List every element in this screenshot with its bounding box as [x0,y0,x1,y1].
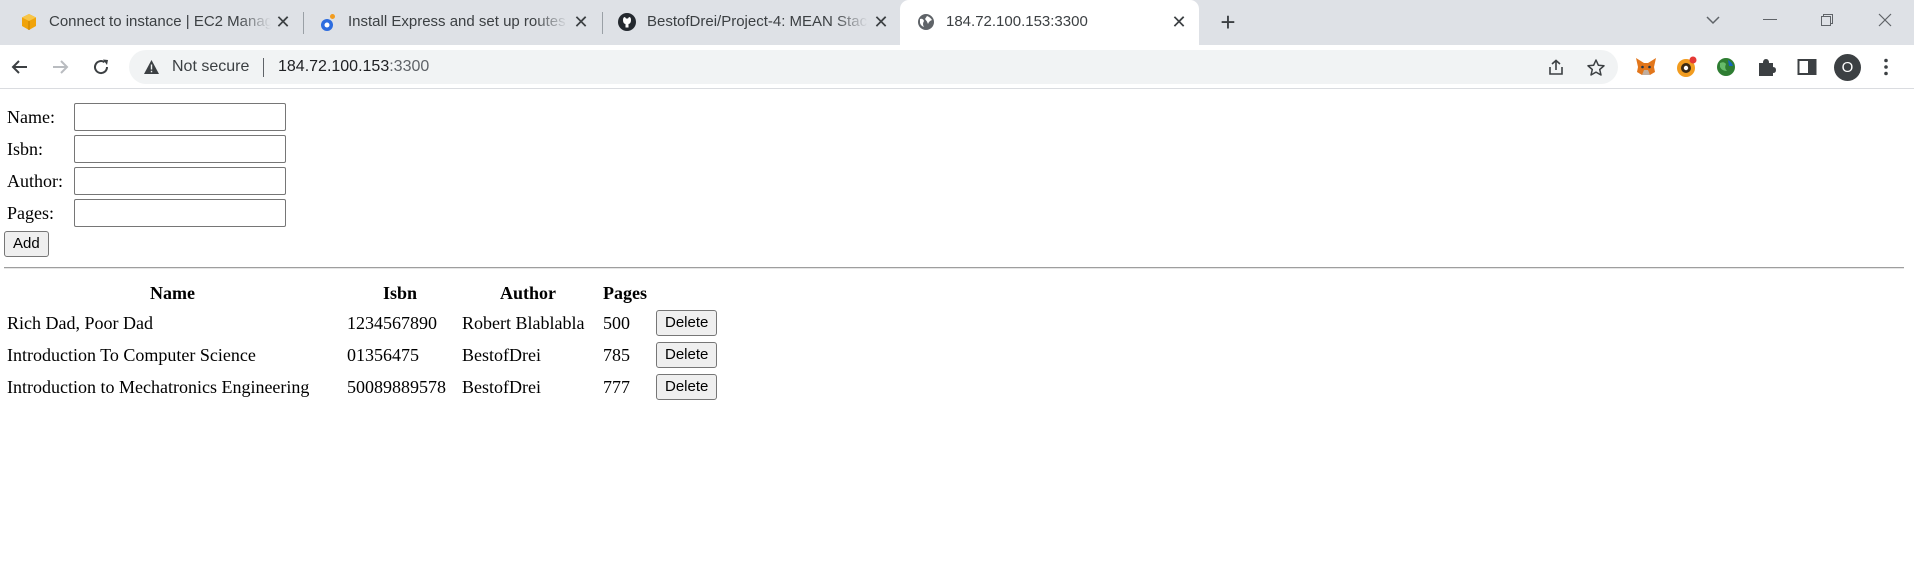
cell-name: Introduction To Computer Science [7,345,256,365]
column-header-isbn: Isbn [383,283,418,303]
pages-label: Pages: [7,203,54,223]
cell-pages: 500 [603,313,630,333]
back-arrow-icon[interactable] [7,54,33,80]
author-input[interactable] [74,167,286,195]
extension-bee-icon[interactable] [1674,55,1698,79]
tab-express[interactable]: Install Express and set up routes ✕ [299,0,598,45]
omnibox-divider [263,58,264,77]
reload-icon[interactable] [88,54,114,80]
browser-toolbar: Not secure 184.72.100.153:3300 O [0,45,1914,89]
delete-button[interactable]: Delete [656,342,718,368]
isbn-label: Isbn: [7,139,43,159]
minimize-icon[interactable] [1747,0,1793,40]
cell-name: Introduction to Mechatronics Engineering [7,377,310,397]
bookmark-star-icon[interactable] [1586,58,1606,78]
cell-author: Robert Blablabla [462,313,585,333]
blue-flame-icon [318,12,338,32]
cell-isbn: 1234567890 [347,313,437,333]
window-close-icon[interactable] [1862,0,1908,40]
name-input[interactable] [74,103,286,131]
cell-author: BestofDrei [462,377,541,397]
share-icon[interactable] [1546,58,1566,78]
column-header-author: Author [500,283,557,303]
address-bar[interactable]: Not secure 184.72.100.153:3300 [129,50,1618,84]
isbn-input[interactable] [74,135,286,163]
security-status-text[interactable]: Not secure [172,57,249,77]
restore-icon[interactable] [1804,0,1850,40]
aws-box-icon [19,12,39,32]
add-button[interactable]: Add [4,231,49,257]
github-icon [617,12,637,32]
profile-avatar[interactable]: O [1834,54,1861,81]
tab-title: BestofDrei/Project-4: MEAN Stac [647,13,868,30]
url-host: 184.72.100.153 [278,58,390,75]
close-icon[interactable]: ✕ [572,13,590,31]
close-icon[interactable]: ✕ [872,13,890,31]
cell-name: Rich Dad, Poor Dad [7,313,153,333]
cell-author: BestofDrei [462,345,541,365]
column-header-pages: Pages [603,283,647,303]
tab-active-page[interactable]: 184.72.100.153:3300 ✕ [900,0,1199,45]
side-panel-icon[interactable] [1795,55,1819,79]
forward-arrow-icon[interactable] [47,54,73,80]
delete-button[interactable]: Delete [656,374,718,400]
tab-ec2[interactable]: Connect to instance | EC2 Manag ✕ [0,0,298,45]
cell-isbn: 01356475 [347,345,419,365]
close-icon[interactable]: ✕ [1170,13,1188,31]
author-label: Author: [7,171,63,191]
metamask-fox-icon[interactable] [1634,55,1658,79]
tab-search-chevron-icon[interactable] [1690,0,1736,40]
globe-icon [916,12,936,32]
new-tab-button[interactable]: + [1214,8,1242,36]
extension-globe-icon[interactable] [1714,55,1738,79]
tab-title: 184.72.100.153:3300 [946,13,1088,30]
cell-pages: 785 [603,345,630,365]
kebab-menu-icon[interactable] [1874,55,1898,79]
cell-pages: 777 [603,377,630,397]
column-header-name: Name [150,283,195,303]
delete-button[interactable]: Delete [656,310,718,336]
warning-triangle-icon[interactable] [143,59,160,80]
pages-input[interactable] [74,199,286,227]
name-label: Name: [7,107,55,127]
tab-title: Connect to instance | EC2 Manag [49,13,271,30]
url-port: :3300 [389,58,430,75]
tab-title: Install Express and set up routes [348,13,566,30]
tab-github[interactable]: BestofDrei/Project-4: MEAN Stac ✕ [598,0,897,45]
tab-strip: Connect to instance | EC2 Manag ✕ Instal… [0,0,1914,45]
url-text[interactable]: 184.72.100.153:3300 [278,57,429,77]
extensions-puzzle-icon[interactable] [1754,55,1778,79]
cell-isbn: 50089889578 [347,377,446,397]
close-icon[interactable]: ✕ [274,13,292,31]
divider [4,267,1904,269]
